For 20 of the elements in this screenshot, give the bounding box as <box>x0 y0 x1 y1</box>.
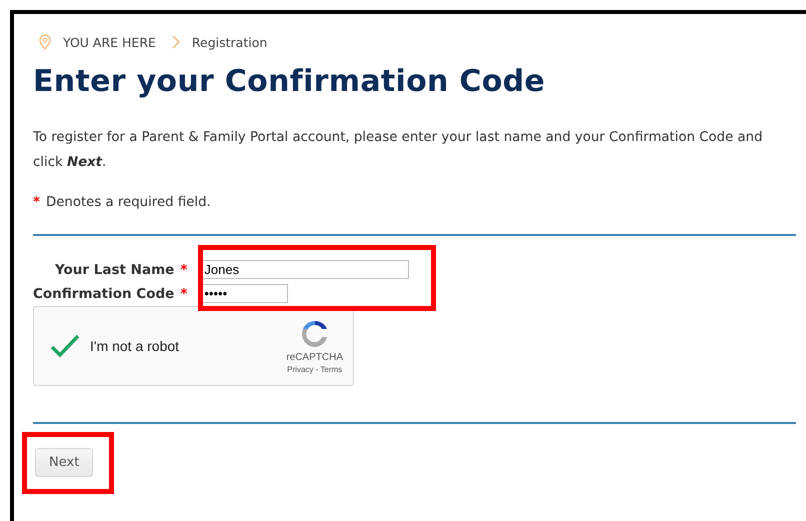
input-field[interactable]: Jones <box>201 260 410 279</box>
input-field[interactable]: ••••• <box>201 284 288 303</box>
instructions-text: To register for a Parent & Family Portal account, please enter your last name and your Confirmation Code and click Next. <box>33 129 764 172</box>
captcha-label: I'm not a robot <box>90 338 180 354</box>
next-button[interactable]: Next <box>35 448 94 477</box>
field-label: Confirmation Code <box>33 286 174 302</box>
location-pin-icon <box>39 34 51 50</box>
breadcrumb-current[interactable]: Registration <box>192 34 268 50</box>
required-asterisk: * <box>180 286 188 302</box>
captcha-checkbox[interactable] <box>50 334 82 358</box>
page-title: Enter your Confirmation Code <box>33 64 546 99</box>
checkmark-icon <box>50 334 80 358</box>
privacy-terms-links[interactable]: Privacy - Terms <box>287 365 342 374</box>
recaptcha-brand: reCAPTCHA <box>286 352 343 363</box>
chevron-right-icon <box>172 35 180 49</box>
required-asterisk: * <box>180 262 188 278</box>
required-note: Denotes a required field. <box>46 195 211 210</box>
field-label: Your Last Name <box>55 262 174 278</box>
required-asterisk: * <box>33 195 40 210</box>
breadcrumb-label: YOU ARE HERE <box>63 34 156 50</box>
